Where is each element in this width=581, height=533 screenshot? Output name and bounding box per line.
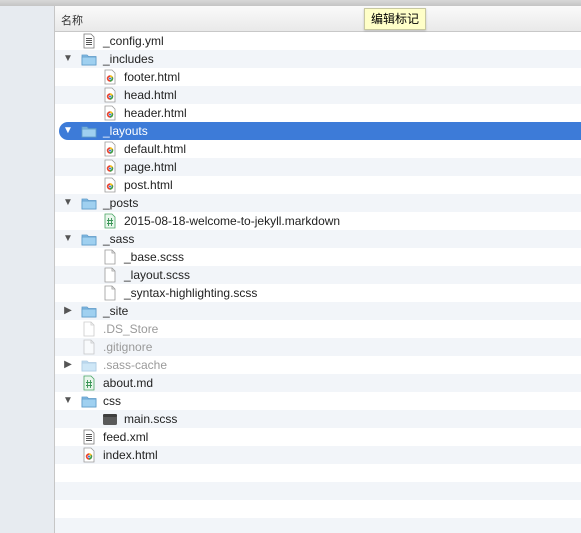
file-name: _includes bbox=[103, 52, 154, 66]
html-file-icon bbox=[102, 141, 118, 157]
file-name: _layouts bbox=[103, 124, 148, 138]
file-row[interactable]: header.html bbox=[55, 104, 581, 122]
folder-icon bbox=[81, 303, 97, 319]
html-file-icon bbox=[102, 105, 118, 121]
html-file-icon bbox=[81, 447, 97, 463]
file-row[interactable]: .gitignore bbox=[55, 338, 581, 356]
column-header-name[interactable]: 名称 bbox=[61, 12, 83, 28]
disclosure-open-icon[interactable]: ▼ bbox=[62, 197, 74, 209]
file-row[interactable]: 2015-08-18-welcome-to-jekyll.markdown bbox=[55, 212, 581, 230]
disclosure-open-icon[interactable]: ▼ bbox=[62, 53, 74, 65]
blank-file-icon bbox=[102, 285, 118, 301]
file-name: _base.scss bbox=[124, 250, 185, 264]
file-row[interactable]: about.md bbox=[55, 374, 581, 392]
file-name: header.html bbox=[124, 106, 187, 120]
blank-file-icon bbox=[102, 249, 118, 265]
file-name: default.html bbox=[124, 142, 187, 156]
markdown-file-icon bbox=[102, 213, 118, 229]
html-file-icon bbox=[102, 159, 118, 175]
disclosure-open-icon[interactable]: ▼ bbox=[62, 125, 74, 137]
file-name: _sass bbox=[103, 232, 135, 246]
folder-icon bbox=[81, 393, 97, 409]
file-list[interactable]: _config.yml ▼ _includes footer.html head.htm… bbox=[55, 32, 581, 533]
empty-row bbox=[55, 482, 581, 500]
file-name: head.html bbox=[124, 88, 177, 102]
file-name: 2015-08-18-welcome-to-jekyll.markdown bbox=[124, 214, 341, 228]
file-name: index.html bbox=[103, 448, 158, 462]
folder-row[interactable]: ▼ css bbox=[55, 392, 581, 410]
markdown-file-icon bbox=[81, 375, 97, 391]
file-row[interactable]: head.html bbox=[55, 86, 581, 104]
empty-row bbox=[55, 518, 581, 533]
folder-row[interactable]: ▼ _sass bbox=[55, 230, 581, 248]
folder-row[interactable]: ▶ _site bbox=[55, 302, 581, 320]
folder-row[interactable]: ▶ .sass-cache bbox=[55, 356, 581, 374]
disclosure-closed-icon[interactable]: ▶ bbox=[62, 305, 74, 317]
file-name: _config.yml bbox=[103, 34, 164, 48]
file-name: about.md bbox=[103, 376, 154, 390]
html-file-icon bbox=[102, 177, 118, 193]
file-row[interactable]: _base.scss bbox=[55, 248, 581, 266]
file-name: main.scss bbox=[124, 412, 178, 426]
file-row[interactable]: _config.yml bbox=[55, 32, 581, 50]
file-row[interactable]: feed.xml bbox=[55, 428, 581, 446]
html-file-icon bbox=[102, 69, 118, 85]
file-name: .DS_Store bbox=[103, 322, 159, 336]
finder-sidebar bbox=[0, 6, 55, 533]
file-name: .gitignore bbox=[103, 340, 153, 354]
file-row[interactable]: page.html bbox=[55, 158, 581, 176]
file-name: css bbox=[103, 394, 121, 408]
folder-row[interactable]: ▼ _layouts bbox=[59, 122, 581, 140]
file-name: feed.xml bbox=[103, 430, 149, 444]
document-icon bbox=[81, 429, 97, 445]
file-row[interactable]: index.html bbox=[55, 446, 581, 464]
file-name: footer.html bbox=[124, 70, 181, 84]
folder-icon bbox=[81, 195, 97, 211]
blank-file-icon bbox=[102, 267, 118, 283]
empty-row bbox=[55, 464, 581, 482]
file-name: _site bbox=[103, 304, 129, 318]
file-row[interactable]: default.html bbox=[55, 140, 581, 158]
document-icon bbox=[81, 33, 97, 49]
folder-row[interactable]: ▼ _posts bbox=[55, 194, 581, 212]
folder-icon bbox=[81, 357, 97, 373]
file-row[interactable]: _layout.scss bbox=[55, 266, 581, 284]
file-name: .sass-cache bbox=[103, 358, 168, 372]
html-file-icon bbox=[102, 87, 118, 103]
folder-row[interactable]: ▼ _includes bbox=[55, 50, 581, 68]
file-name: _layout.scss bbox=[124, 268, 191, 282]
empty-row bbox=[55, 500, 581, 518]
folder-icon bbox=[81, 231, 97, 247]
file-row[interactable]: post.html bbox=[55, 176, 581, 194]
file-name: page.html bbox=[124, 160, 177, 174]
blank-file-icon bbox=[81, 339, 97, 355]
file-name: _syntax-highlighting.scss bbox=[124, 286, 258, 300]
file-row[interactable]: footer.html bbox=[55, 68, 581, 86]
disclosure-open-icon[interactable]: ▼ bbox=[62, 233, 74, 245]
file-row[interactable]: main.scss bbox=[55, 410, 581, 428]
file-name: _posts bbox=[103, 196, 139, 210]
file-name: post.html bbox=[124, 178, 173, 192]
scss-file-icon bbox=[102, 411, 118, 427]
list-column-header[interactable]: 名称 bbox=[55, 6, 581, 32]
blank-file-icon bbox=[81, 321, 97, 337]
folder-icon bbox=[81, 51, 97, 67]
file-row[interactable]: .DS_Store bbox=[55, 320, 581, 338]
disclosure-closed-icon[interactable]: ▶ bbox=[62, 359, 74, 371]
folder-icon bbox=[81, 123, 97, 139]
file-row[interactable]: _syntax-highlighting.scss bbox=[55, 284, 581, 302]
disclosure-open-icon[interactable]: ▼ bbox=[62, 395, 74, 407]
tooltip: 编辑标记 bbox=[364, 8, 427, 30]
